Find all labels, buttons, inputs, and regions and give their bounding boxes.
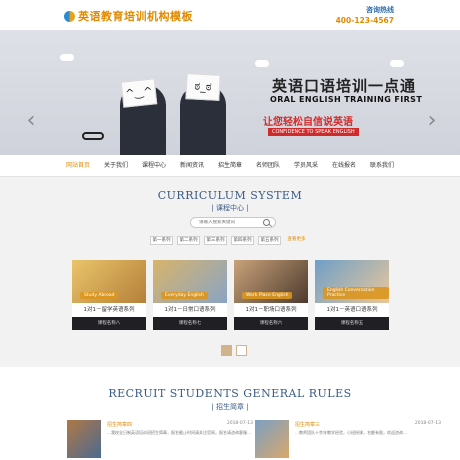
logo-text: 英语教育培训机构模板	[78, 10, 193, 23]
frown-paper: ಠ_ಠ	[185, 73, 221, 101]
site-logo[interactable]: 英语教育培训机构模板	[64, 8, 193, 24]
course-name: 课程名称七	[178, 321, 202, 326]
course-card[interactable]: English Conversation Practice 1对1－英语口语系列…	[315, 260, 389, 330]
course-image: Study Abroad	[72, 260, 146, 303]
course-image: Work Place English	[234, 260, 308, 303]
course-name: 课程名称五	[340, 321, 364, 326]
nav-item-students[interactable]: 学员风采	[287, 155, 325, 176]
tab-series-5[interactable]: 第五系列	[258, 236, 281, 245]
cloud-decoration	[60, 54, 74, 61]
cloud-decoration	[390, 60, 404, 67]
course-tag: Work Place English	[242, 292, 293, 299]
course-caption: 1对1－英语口语系列	[315, 303, 389, 317]
pager-dot-1[interactable]	[221, 345, 232, 356]
course-card[interactable]: Study Abroad 1对1－留学英语系列 课程名称八	[72, 260, 146, 330]
tab-series-4[interactable]: 第四系列	[231, 236, 254, 245]
banner-slogan-en: CONFIDENCE TO SPEAK ENGLISH	[268, 128, 359, 136]
news-excerpt: …教师团队十余年教学经验，小班授课，名额有限，欢迎咨询…	[295, 430, 407, 435]
hotline: 咨询热线 400-123-4567	[336, 5, 394, 25]
course-card[interactable]: Work Place English 1对1－职场口语系列 课程名称六	[234, 260, 308, 330]
course-tag: Everyday English	[161, 292, 208, 299]
glasses-icon	[82, 132, 104, 140]
course-image: Everyday English	[153, 260, 227, 303]
course-image: English Conversation Practice	[315, 260, 389, 303]
news-item[interactable]: 招生简章三 2018-07-13 …教师团队十余年教学经验，小班授课，名额有限，…	[255, 420, 441, 460]
news-excerpt: …我校全日制英语培训班招生简章，报名截止时间请关注官网，报名请咨询客服…	[107, 430, 251, 435]
news-thumbnail	[255, 420, 289, 458]
banner-subtitle: ORAL ENGLISH TRAINING FIRST	[270, 95, 423, 104]
news-thumbnail	[67, 420, 101, 458]
nav-item-about[interactable]: 关于我们	[97, 155, 135, 176]
course-name: 课程名称八	[97, 321, 121, 326]
hotline-number: 400-123-4567	[335, 16, 394, 25]
course-name: 课程名称六	[259, 321, 283, 326]
pager-dot-2[interactable]	[236, 345, 247, 356]
nav-item-news[interactable]: 新闻资讯	[173, 155, 211, 176]
curriculum-section: CURRICULUM SYSTEM | 课程中心 | 第一系列 第二系列 第三系…	[0, 177, 460, 367]
hero-banner[interactable]: ^‿^ ಠ_ಠ 英语口语培训一点通 ORAL ENGLISH TRAINING …	[0, 30, 460, 155]
view-more-link[interactable]: 查看更多	[285, 236, 308, 245]
course-tabs: 第一系列 第二系列 第三系列 第四系列 第五系列 查看更多	[150, 236, 308, 245]
banner-students-image: ^‿^ ಠ_ಠ	[110, 70, 250, 155]
site-header: 英语教育培训机构模板 咨询热线 400-123-4567	[0, 0, 460, 30]
course-tag: Study Abroad	[80, 292, 119, 299]
course-cards: Study Abroad 1对1－留学英语系列 课程名称八 Everyday E…	[72, 260, 389, 330]
news-item[interactable]: 招生简章四 2018-07-13 …我校全日制英语培训班招生简章，报名截止时间请…	[67, 420, 253, 460]
nav-item-courses[interactable]: 课程中心	[135, 155, 173, 176]
nav-item-contact[interactable]: 联系我们	[363, 155, 401, 176]
smile-paper: ^‿^	[120, 78, 158, 108]
news-date: 2018-07-13	[226, 421, 253, 426]
tab-series-1[interactable]: 第一系列	[150, 236, 173, 245]
curriculum-title: CURRICULUM SYSTEM	[157, 189, 303, 202]
recruit-subtitle: | 招生简章 |	[211, 403, 249, 411]
cloud-decoration	[255, 60, 269, 67]
curriculum-subtitle: | 课程中心 |	[211, 204, 249, 212]
search-input[interactable]	[191, 220, 261, 225]
recruit-title: RECRUIT STUDENTS GENERAL RULES	[108, 387, 352, 400]
tab-series-2[interactable]: 第二系列	[177, 236, 200, 245]
course-caption: 1对1－职场口语系列	[234, 303, 308, 317]
chevron-left-icon[interactable]: ‹	[25, 108, 37, 134]
main-nav: 网站首页 关于我们 课程中心 新闻资讯 招生简章 名师团队 学员风采 在线报名 …	[0, 155, 460, 177]
nav-item-home[interactable]: 网站首页	[59, 155, 97, 176]
search-icon[interactable]	[263, 219, 270, 226]
nav-item-teachers[interactable]: 名师团队	[249, 155, 287, 176]
search-box	[190, 217, 276, 228]
news-date: 2018-07-13	[414, 421, 441, 426]
carousel-pager	[221, 345, 247, 356]
nav-item-signup[interactable]: 在线报名	[325, 155, 363, 176]
course-caption: 1对1－留学英语系列	[72, 303, 146, 317]
nav-item-recruit[interactable]: 招生简章	[211, 155, 249, 176]
banner-title: 英语口语培训一点通	[272, 77, 417, 95]
course-tag: English Conversation Practice	[323, 287, 389, 299]
course-caption: 1对1－日常口语系列	[153, 303, 227, 317]
chevron-right-icon[interactable]: ›	[426, 108, 438, 134]
tab-series-3[interactable]: 第三系列	[204, 236, 227, 245]
banner-slogan: 让您轻松自信说英语	[263, 117, 353, 128]
hotline-label: 咨询热线	[366, 6, 394, 14]
course-card[interactable]: Everyday English 1对1－日常口语系列 课程名称七	[153, 260, 227, 330]
logo-icon	[64, 10, 75, 22]
